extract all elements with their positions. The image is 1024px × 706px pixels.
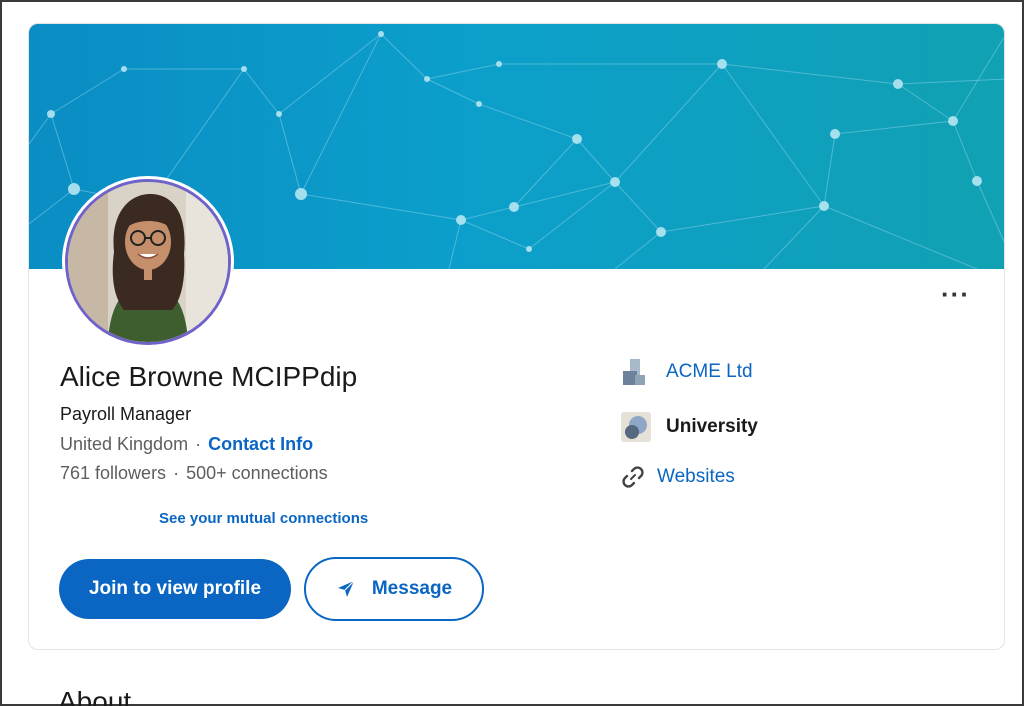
profile-name: Alice Browne MCIPPdip [60, 361, 358, 392]
education-name: University [666, 416, 758, 437]
about-heading: About [58, 686, 132, 706]
avatar[interactable] [62, 176, 234, 348]
followers-count: 761 followers [60, 463, 167, 483]
more-horizontal-icon: ··· [941, 279, 970, 309]
mutual-connections-link[interactable]: See your mutual connections [159, 510, 368, 527]
company-link[interactable]: ACME Ltd [666, 361, 753, 383]
company-item[interactable]: ACME Ltd [621, 357, 753, 387]
message-button-label: Message [371, 578, 453, 599]
profile-headline: Payroll Manager [60, 404, 192, 424]
link-icon [621, 465, 645, 489]
more-options-button[interactable]: ··· [941, 281, 970, 307]
school-logo-icon [621, 412, 651, 442]
join-button-label: Join to view profile [88, 578, 262, 599]
company-logo-icon [621, 357, 651, 387]
education-item[interactable]: University [621, 412, 758, 442]
person-photo-icon [68, 182, 228, 342]
join-to-view-profile-button[interactable]: Join to view profile [59, 559, 291, 619]
websites-link[interactable]: Websites [657, 466, 735, 488]
message-button[interactable]: Message [304, 557, 484, 621]
stats-line: 761 followers · 500+ connections [60, 463, 328, 484]
websites-item[interactable]: Websites [621, 465, 735, 489]
contact-info-link[interactable]: Contact Info [208, 434, 313, 454]
window-frame: ··· Alice Browne MCIPPdip Payroll Manage… [0, 0, 1024, 706]
separator-dot: · [195, 434, 202, 454]
separator-dot: · [173, 463, 180, 483]
avatar-photo [65, 179, 231, 345]
profile-card: ··· Alice Browne MCIPPdip Payroll Manage… [28, 23, 1005, 650]
location-line: United Kingdom · Contact Info [60, 434, 313, 455]
connections-count: 500+ connections [186, 463, 328, 483]
profile-location: United Kingdom [60, 434, 189, 454]
send-icon [336, 579, 356, 599]
